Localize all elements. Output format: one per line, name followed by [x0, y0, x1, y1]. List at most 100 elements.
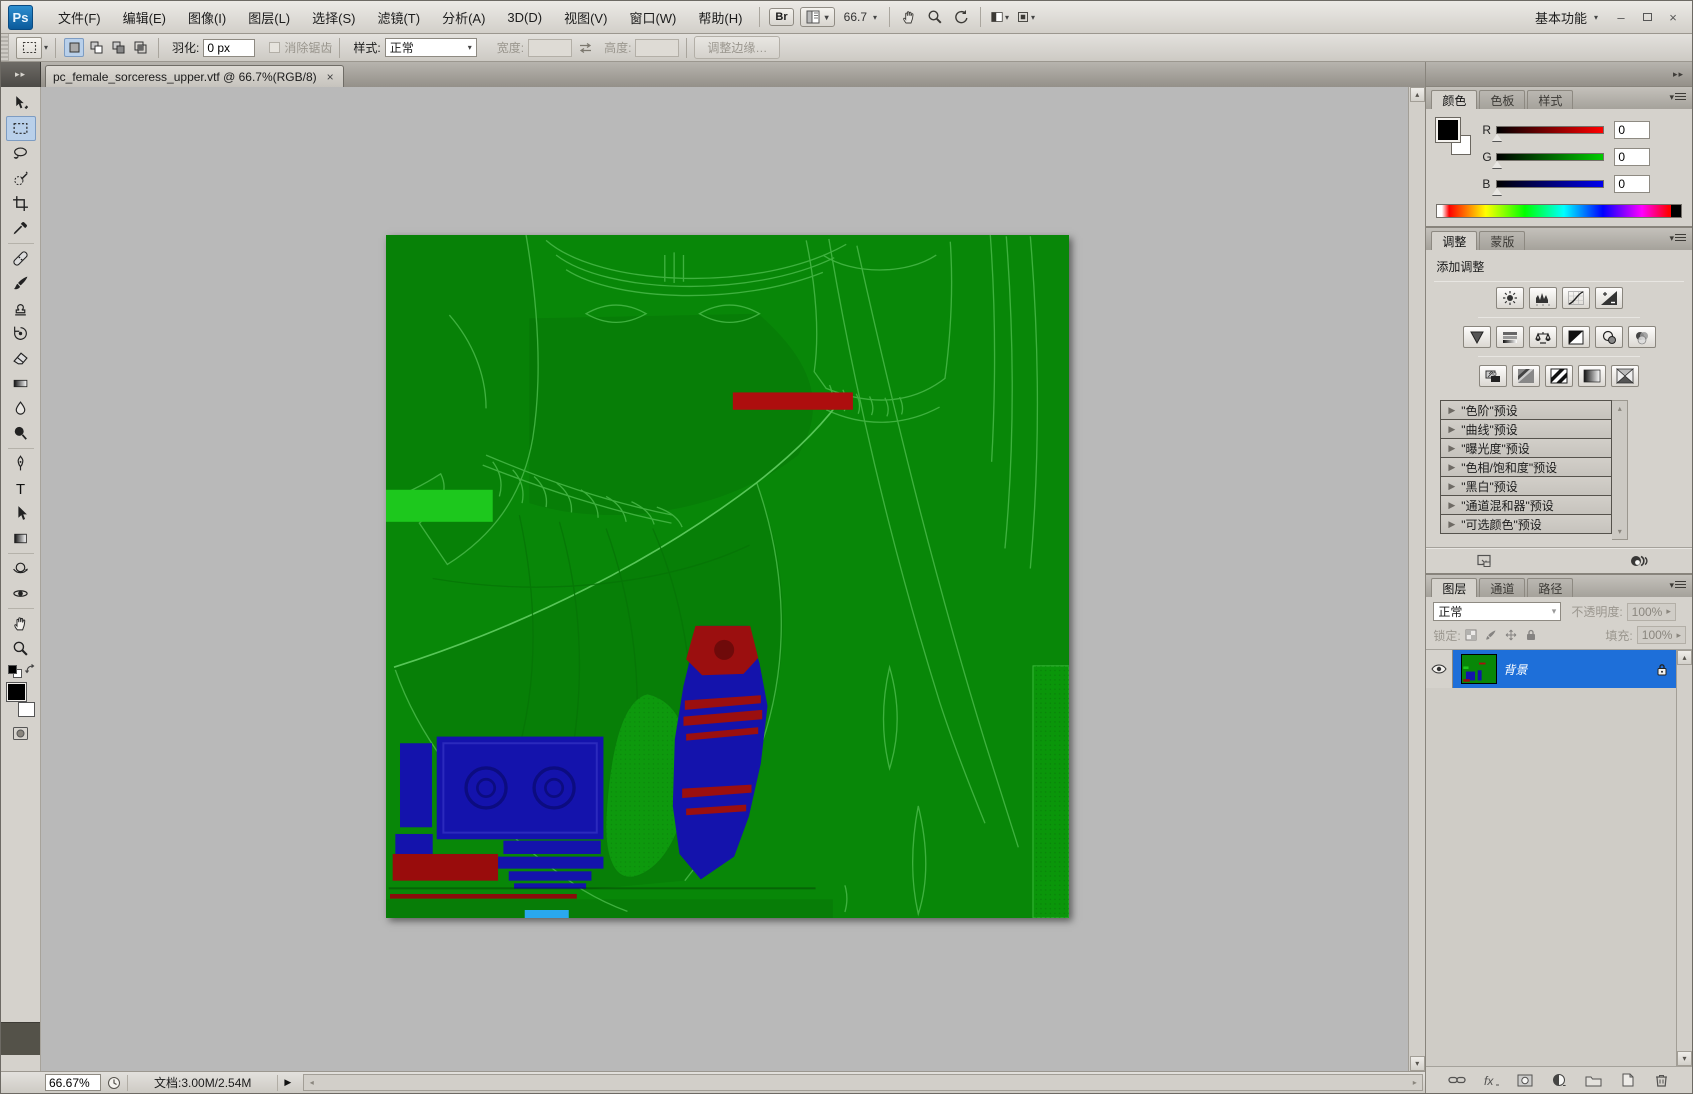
shape-tool[interactable]	[6, 526, 36, 551]
canvas-pasteboard[interactable]: ▴ ▾	[41, 87, 1425, 1071]
subtract-from-selection-mode-button[interactable]	[108, 38, 128, 57]
layer-thumbnail[interactable]	[1461, 654, 1497, 684]
3d-rotate-tool[interactable]	[6, 556, 36, 581]
toolbar-collapse-button[interactable]: ▸▸	[1, 62, 41, 87]
presets-scrollbar[interactable]: ▴ ▾	[1612, 400, 1628, 540]
green-value-input[interactable]	[1614, 148, 1650, 166]
arrange-documents-button[interactable]: ▾	[991, 8, 1009, 26]
panel-menu-icon[interactable]: ▾	[1669, 92, 1686, 103]
zoom-tool-button[interactable]	[926, 8, 944, 26]
path-selection-tool[interactable]	[6, 501, 36, 526]
adjustment-layer-icon[interactable]	[1549, 1071, 1569, 1089]
healing-brush-tool[interactable]	[6, 246, 36, 271]
gradient-tool[interactable]	[6, 371, 36, 396]
opacity-field[interactable]: 100%▸	[1627, 603, 1676, 621]
tab-swatches[interactable]: 色板	[1479, 90, 1525, 109]
preset-selective-color[interactable]: ▶"可选颜色"预设	[1440, 514, 1612, 534]
brightness-contrast-icon[interactable]	[1496, 287, 1524, 309]
status-zoom-input[interactable]	[45, 1074, 101, 1091]
move-tool[interactable]	[6, 91, 36, 116]
menu-item-filter[interactable]: 滤镜(T)	[366, 4, 431, 31]
layer-name[interactable]: 背景	[1503, 661, 1656, 678]
expand-triangle-icon[interactable]: ▶	[1441, 424, 1461, 435]
lock-position-icon[interactable]	[1503, 628, 1519, 643]
red-slider-thumb[interactable]	[1492, 134, 1502, 141]
horizontal-scrollbar[interactable]: ◂ ▸	[303, 1074, 1423, 1091]
fill-field[interactable]: 100%▸	[1637, 626, 1686, 644]
scroll-down-icon[interactable]: ▾	[1410, 1056, 1425, 1071]
screen-mode-button[interactable]: ▾	[1017, 8, 1035, 26]
posterize-icon[interactable]	[1512, 365, 1540, 387]
launch-bridge-button[interactable]: Br	[769, 8, 793, 26]
menu-item-analysis[interactable]: 分析(A)	[431, 4, 496, 31]
expanded-view-button[interactable]	[1474, 552, 1494, 570]
expand-triangle-icon[interactable]: ▶	[1441, 405, 1461, 416]
foreground-color-swatch[interactable]	[1436, 118, 1460, 142]
rotate-view-button[interactable]	[952, 8, 970, 26]
panel-menu-icon[interactable]: ▾	[1669, 580, 1686, 591]
gradient-map-icon[interactable]	[1578, 365, 1606, 387]
new-selection-mode-button[interactable]	[64, 38, 84, 57]
blue-slider-thumb[interactable]	[1492, 188, 1502, 195]
history-brush-tool[interactable]	[6, 321, 36, 346]
vertical-scrollbar[interactable]: ▴ ▾	[1408, 87, 1425, 1071]
scroll-up-icon[interactable]: ▴	[1677, 650, 1692, 665]
swap-dimensions-icon[interactable]	[576, 39, 594, 57]
expand-triangle-icon[interactable]: ▶	[1441, 519, 1461, 530]
panel-menu-icon[interactable]: ▾	[1669, 233, 1686, 244]
curves-icon[interactable]	[1562, 287, 1590, 309]
zoom-level-control[interactable]: 66.7 ▾	[838, 8, 883, 26]
blend-mode-select[interactable]: 正常 ▾	[1433, 602, 1561, 621]
photo-filter-icon[interactable]	[1595, 326, 1623, 348]
antialias-checkbox[interactable]	[269, 42, 280, 53]
document-canvas[interactable]	[386, 235, 1069, 918]
status-flyout-button[interactable]: ▶	[278, 1077, 297, 1088]
crop-tool[interactable]	[6, 191, 36, 216]
dodge-tool[interactable]	[6, 421, 36, 446]
eraser-tool[interactable]	[6, 346, 36, 371]
expand-triangle-icon[interactable]: ▶	[1441, 500, 1461, 511]
blur-tool[interactable]	[6, 396, 36, 421]
green-slider-thumb[interactable]	[1492, 161, 1502, 168]
hand-tool-button[interactable]	[900, 8, 918, 26]
clone-stamp-tool[interactable]	[6, 296, 36, 321]
height-input[interactable]	[635, 39, 679, 57]
workspace-switcher[interactable]: 基本功能 ▾	[1525, 8, 1608, 27]
red-slider[interactable]	[1496, 126, 1604, 134]
brush-tool[interactable]	[6, 271, 36, 296]
exposure-icon[interactable]	[1595, 287, 1623, 309]
type-tool[interactable]: T	[6, 476, 36, 501]
menu-item-select[interactable]: 选择(S)	[301, 4, 366, 31]
expand-triangle-icon[interactable]: ▶	[1441, 462, 1461, 473]
menu-item-3d[interactable]: 3D(D)	[496, 6, 553, 29]
preset-curves[interactable]: ▶"曲线"预设	[1440, 419, 1612, 439]
lock-pixels-icon[interactable]	[1483, 628, 1499, 643]
feather-input[interactable]	[203, 39, 255, 57]
tab-paths[interactable]: 路径	[1527, 578, 1573, 597]
pen-tool[interactable]	[6, 451, 36, 476]
refine-edge-button[interactable]: 调整边缘…	[694, 36, 780, 59]
view-extras-button[interactable]: ▾	[800, 7, 835, 27]
preset-exposure[interactable]: ▶"曝光度"预设	[1440, 438, 1612, 458]
tab-styles[interactable]: 样式	[1527, 90, 1573, 109]
layer-mask-icon[interactable]	[1515, 1071, 1535, 1089]
width-input[interactable]	[528, 39, 572, 57]
lock-all-icon[interactable]	[1523, 628, 1539, 643]
menu-item-view[interactable]: 视图(V)	[553, 4, 618, 31]
tab-channels[interactable]: 通道	[1479, 578, 1525, 597]
default-colors-icon[interactable]	[8, 665, 17, 674]
scroll-up-icon[interactable]: ▴	[1410, 87, 1425, 102]
preset-channel-mixer[interactable]: ▶"通道混和器"预设	[1440, 495, 1612, 515]
new-layer-icon[interactable]	[1617, 1071, 1637, 1089]
quick-selection-tool[interactable]	[6, 166, 36, 191]
blue-slider[interactable]	[1496, 180, 1604, 188]
foreground-color-swatch[interactable]	[7, 683, 26, 701]
tool-preset-picker[interactable]	[16, 37, 42, 59]
style-select[interactable]: 正常 ▾	[385, 38, 477, 57]
tab-adjustments[interactable]: 调整	[1431, 231, 1477, 250]
black-white-icon[interactable]	[1562, 326, 1590, 348]
menu-item-help[interactable]: 帮助(H)	[687, 4, 753, 31]
background-color-swatch[interactable]	[18, 702, 35, 717]
document-tab[interactable]: pc_female_sorceress_upper.vtf @ 66.7%(RG…	[45, 65, 344, 87]
layer-style-icon[interactable]: fx	[1481, 1071, 1501, 1089]
